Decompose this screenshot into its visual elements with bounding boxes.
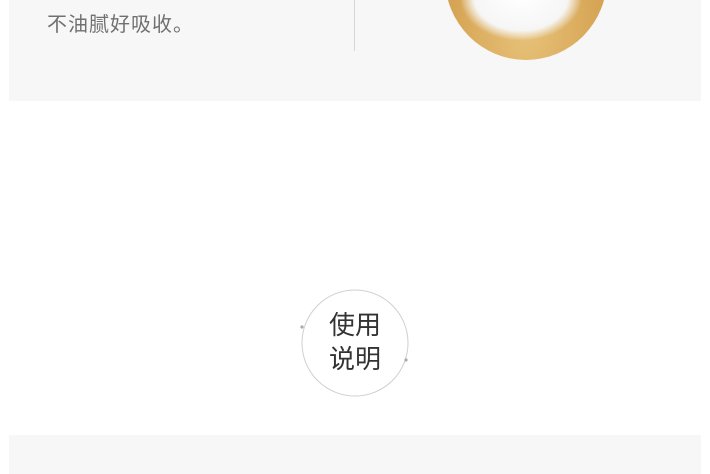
badge-title-line2: 说明 (328, 345, 381, 375)
next-section-panel (9, 435, 701, 474)
badge-title-line1: 使用 (328, 311, 381, 341)
panel-divider (354, 0, 355, 51)
feature-panel: 不油腻好吸收。 (9, 0, 701, 101)
usage-instructions-badge: 使用 说明 (300, 288, 410, 398)
product-cream-image (445, 0, 607, 60)
feature-description: 不油腻好吸收。 (47, 12, 194, 36)
